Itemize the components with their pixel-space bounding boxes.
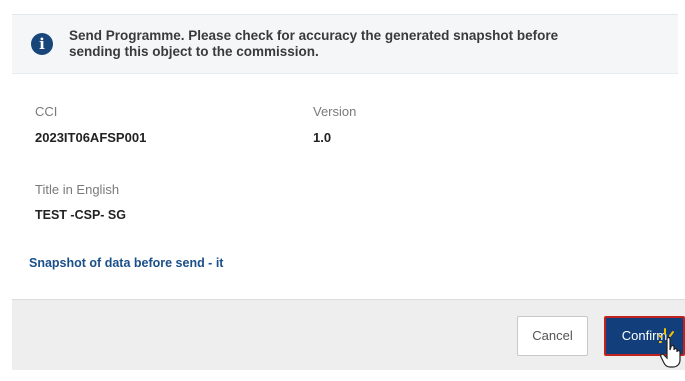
cci-label: CCI: [35, 104, 58, 119]
cancel-button[interactable]: Cancel: [517, 316, 588, 356]
info-icon: i: [31, 33, 53, 55]
title-english-value: TEST -CSP- SG: [35, 208, 126, 222]
dialog-footer: Cancel Confirm: [12, 299, 685, 370]
version-label: Version: [313, 104, 357, 119]
cci-value: 2023IT06AFSP001: [35, 130, 147, 145]
info-message-text: Send Programme. Please check for accurac…: [69, 28, 669, 60]
send-programme-dialog: i Send Programme. Please check for accur…: [0, 0, 685, 381]
info-message-line2: sending this object to the commission.: [69, 44, 319, 59]
info-message-line1: Send Programme. Please check for accurac…: [69, 28, 559, 43]
title-english-label: Title in English: [35, 182, 120, 197]
snapshot-link[interactable]: Snapshot of data before send - it: [29, 256, 223, 270]
hand-cursor-icon: [659, 328, 681, 368]
info-message: i Send Programme. Please check for accur…: [12, 14, 678, 74]
version-value: 1.0: [313, 130, 332, 145]
